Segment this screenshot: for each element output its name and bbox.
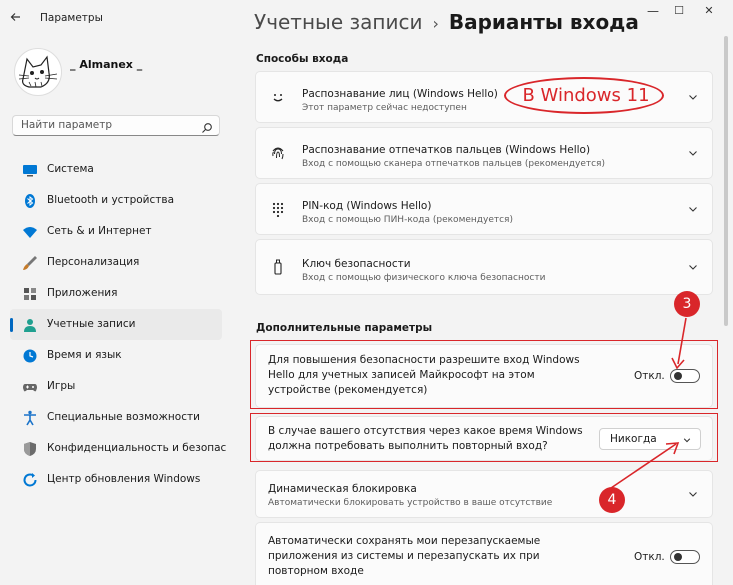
arrow-4-line bbox=[610, 443, 677, 489]
annotation-badge-3: 3 bbox=[674, 291, 700, 317]
arrow-3-line bbox=[677, 317, 687, 365]
annotation-badge-4: 4 bbox=[599, 487, 625, 513]
